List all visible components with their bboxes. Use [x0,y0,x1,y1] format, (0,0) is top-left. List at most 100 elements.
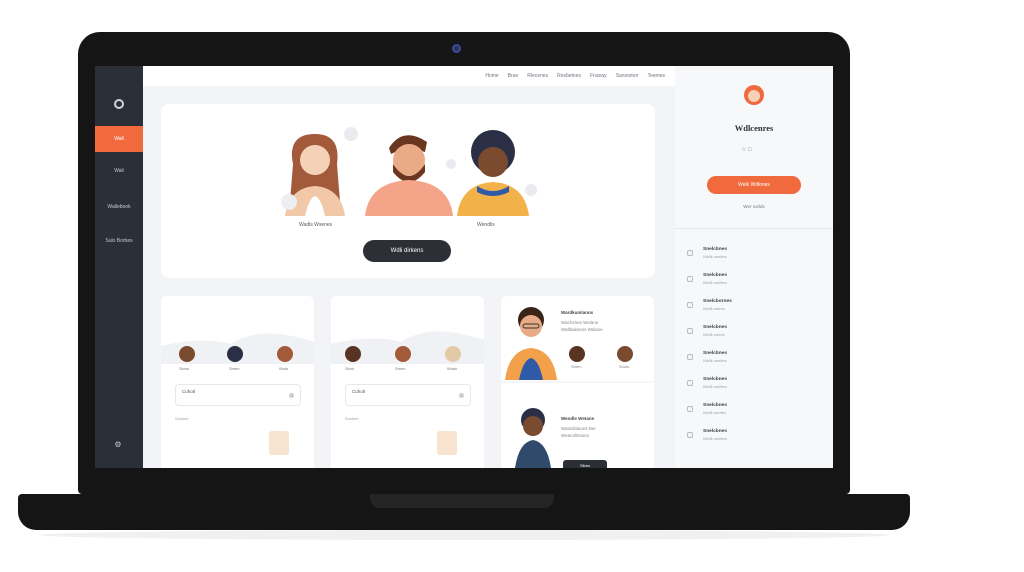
item-subtitle: Weilk oneltes [703,254,727,259]
nav-link[interactable]: Home [485,73,498,79]
avatar-label: Smen [395,366,406,371]
sidebar-item-wall[interactable]: Wall [95,126,143,152]
star-bookmark-icons: ☆ □ [741,147,752,153]
item-title: Snelcbnes [703,377,727,382]
right-panel: Wdlcenres ☆ □ Welk Wdlones Wer sorlds Sn… [675,66,833,468]
divider [675,228,833,229]
team-card[interactable]: Slono Smen Wuto Cuhotl Sonkee [161,296,314,468]
laptop-scene: Wall Wali Wallebook Sulo Borbes ⚙ Home B… [0,0,1024,572]
team-card[interactable]: Slorn Smen Wudo Cuhotl Sonkee [331,296,484,468]
item-icon [687,432,693,438]
avatar [345,346,361,362]
item-title: Snelcbnes [703,429,727,434]
item-subtitle: Weilk oneltes [703,436,727,441]
item-title: Snelcbnes [703,351,727,356]
document-icon [437,431,457,455]
dropdown-icon [289,393,294,398]
avatar [395,346,411,362]
avatar-label: Wuto [279,366,289,371]
item-icon [687,328,693,334]
list-item[interactable]: Snelcbnes Weilk orertes [687,396,827,422]
select-field[interactable]: Cuhotl [345,384,471,406]
profile-line: Wanisiblaons Ber [561,426,596,431]
primary-action-button[interactable]: Welk Wdlones [707,176,801,194]
sidebar-item-wallebook[interactable]: Wallebook [95,194,143,220]
item-subtitle: Weilk eaees [703,332,725,337]
sidebar-item-label: Sulo Borbes [105,238,133,244]
item-title: Snelcbnes [703,273,727,278]
item-icon [687,302,693,308]
card-meta: Sonkee [175,416,189,421]
list-item[interactable]: Snelcbnes Weilk eaees [687,318,827,344]
people-illustration [281,127,537,216]
item-title: Snelcbnes [703,403,727,408]
sidebar-item-label: Wall [114,136,124,142]
avatar [227,346,243,362]
nav-link[interactable]: Rlecenes [527,73,548,79]
item-title: Snelcbnes [703,325,727,330]
item-subtitle: Weilk eaees [703,306,725,311]
item-subtitle: Weilk oneltes [703,384,727,389]
avatar [445,346,461,362]
avatar-label: Wudo [619,364,630,369]
user-avatar[interactable] [743,84,765,106]
item-title: Snelcbornes [703,299,732,304]
settings-icon[interactable]: ⚙ [111,440,125,450]
avatar [179,346,195,362]
item-icon [687,276,693,282]
item-title: Snelcbnes [703,247,727,252]
nav-link[interactable]: Fnanay [590,73,607,79]
profile-title: Wardkumlanns [561,310,594,315]
card-meta: Sonkee [345,416,359,421]
profile-card[interactable]: Wardkumlanns Wachsnes Welane Wallbakness… [501,296,654,468]
sidebar-item-wali[interactable]: Wali [95,158,143,184]
hero-card: Wadls Wsenes Wendlis Wdli dirkens [161,104,655,278]
avatar-label: Smen [571,364,582,369]
item-subtitle: Weilk orertes [703,410,727,415]
laptop-notch [370,494,554,508]
list-item[interactable]: Snelcbnes Weilk oneltes [687,422,827,448]
activity-list: Snelcbnes Weilk oneltes Snelcbnes Weilk on… [687,240,827,448]
list-item[interactable]: Snelcbnes Weilk oneltes [687,344,827,370]
list-item[interactable]: Snelcbnes Weilk oneltes [687,266,827,292]
item-subtitle: Weilk oneltes [703,280,727,285]
sidebar: Wall Wali Wallebook Sulo Borbes ⚙ [95,66,143,468]
sidebar-item-label: Wali [114,168,124,174]
profile-title: Wendle Wetane [561,416,595,421]
top-nav: Home Brae Rlecenes Resbetnes Fnanay Sano… [143,66,675,86]
nav-link[interactable]: Sanosmor [616,73,639,79]
nav-link[interactable]: Brae [508,73,519,79]
secondary-link[interactable]: Wer sorlds [675,204,833,209]
sidebar-item-label: Wallebook [107,204,131,210]
list-item[interactable]: Snelcbornes Weilk eaees [687,292,827,318]
person-name: Wadls Wsenes [299,222,333,228]
hero-cta-button[interactable]: Wdli dirkens [363,240,451,262]
profile-line: Weanoltisions [561,433,589,438]
list-item[interactable]: Snelcbnes Weilk oneltes [687,240,827,266]
select-field[interactable]: Cuhotl [175,384,301,406]
item-icon [687,354,693,360]
app-screen: Wall Wali Wallebook Sulo Borbes ⚙ Home B… [95,66,833,468]
person-name: Wendlis [477,222,495,228]
document-icon [269,431,289,455]
sidebar-item-sulo-borbes[interactable]: Sulo Borbes [95,228,143,254]
profile-action-button[interactable]: Slbes [563,460,607,468]
list-item[interactable]: Snelcbnes Weilk oneltes [687,370,827,396]
nav-link[interactable]: Teemes [647,73,665,79]
item-icon [687,250,693,256]
item-icon [687,406,693,412]
nav-link[interactable]: Resbetnes [557,73,581,79]
dropdown-icon [459,393,464,398]
avatar-label: Slono [179,366,190,371]
avatar-label: Slorn [345,366,355,371]
profile-line: Wachsnes Welane [561,320,599,325]
welcome-title: Wdlcenres [734,123,774,133]
avatar-curly-man [457,130,529,216]
avatar-bearded-man [365,135,453,216]
laptop-shadow [40,530,890,540]
eye-logo-icon[interactable] [114,99,124,109]
item-icon [687,380,693,386]
profile-line: Wallbakness Walane [561,327,603,332]
avatar [277,346,293,362]
item-subtitle: Weilk oneltes [703,358,727,363]
